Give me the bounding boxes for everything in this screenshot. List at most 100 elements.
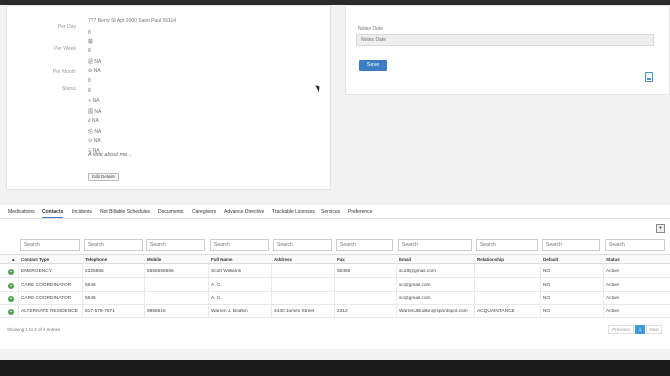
column-header-email[interactable]: Email [399, 257, 411, 262]
search-default[interactable] [542, 239, 600, 251]
column-divider [82, 264, 83, 317]
search-full-name[interactable] [210, 239, 269, 251]
cell-status: Active [606, 269, 620, 274]
pager-previous[interactable]: Previous [608, 325, 634, 334]
column-divider [144, 264, 145, 317]
tab-incidents[interactable]: Incidents [72, 209, 92, 215]
column-divider [18, 264, 19, 317]
grid-footer-info: Showing 1 to 4 of 4 entries [7, 327, 61, 332]
column-divider [540, 264, 541, 317]
column-divider [603, 264, 604, 317]
tab-preference[interactable]: Preference [348, 209, 372, 215]
sort-caret-icon[interactable]: ▲ [11, 257, 15, 262]
cell-full-name: A. C. [211, 296, 222, 301]
column-header-relationship[interactable]: Relationship [477, 257, 504, 262]
cell-default: NO [543, 269, 551, 274]
profile-row-value: ⋄ NA [88, 98, 100, 104]
column-header-address[interactable]: Address [274, 257, 292, 262]
cell-default: NO [543, 296, 551, 301]
profile-row-label: Per Day [57, 24, 76, 30]
cell-telephone: 2225555 [85, 269, 104, 274]
notes-card: Notes Date Save [345, 5, 670, 95]
notes-date-input[interactable] [356, 34, 654, 46]
column-divider [208, 264, 209, 317]
cell-fax: 2312 [337, 309, 348, 314]
cell-mobile: 5555556666 [147, 269, 174, 274]
profile-row-value: 777 Berry St Apt 2000 Saint Paul 55114 [88, 18, 177, 24]
profile-row-value: 8 [88, 88, 91, 94]
cell-contact-type: CARE COORDINATOR [21, 296, 72, 301]
cell-email: WarrenJBodkin@sprintspot.com [399, 309, 468, 314]
profile-row-value: 伦 NA [88, 129, 102, 135]
pager-next[interactable]: Next [646, 325, 662, 334]
column-divider [334, 264, 335, 317]
search-relationship[interactable] [476, 239, 538, 251]
add-contact-icon[interactable]: + [656, 224, 665, 233]
tab-advance-directive[interactable]: Advance Directive [224, 209, 264, 215]
cell-contact-type: CARE COORDINATOR [21, 283, 72, 288]
search-telephone[interactable] [84, 239, 143, 251]
column-header-full-name[interactable]: Full Name [211, 257, 233, 262]
tab-not-billable-schedules[interactable]: Not Billable Schedules [100, 209, 150, 215]
status-label: Status [61, 86, 76, 92]
profile-row-label: Per Week [54, 46, 76, 52]
cell-fax: 56456 [337, 269, 351, 274]
cell-mobile: 9856516 [147, 309, 166, 314]
profile-row-value: 8 [88, 48, 91, 54]
search-mobile[interactable] [146, 239, 205, 251]
cell-full-name: Warren J. Bodkin [211, 309, 248, 314]
expand-row-icon[interactable]: + [8, 309, 14, 315]
column-header-fax[interactable]: Fax [337, 257, 345, 262]
tab-documents[interactable]: Documents [158, 209, 183, 215]
profile-row-value: ∂ NA [88, 118, 99, 124]
expand-row-icon[interactable]: + [8, 296, 14, 302]
column-divider [474, 264, 475, 317]
cell-relationship: ACQUAINTANCE [477, 309, 515, 314]
cell-default: NO [543, 309, 551, 314]
profile-row-label: Per Month [52, 69, 76, 75]
search-contact-type[interactable] [20, 239, 80, 251]
column-header-default[interactable]: Default [543, 257, 558, 262]
save-button[interactable]: Save [359, 60, 387, 71]
cell-full-name: Scott Williams [211, 269, 242, 274]
profile-row-value: ⊙ NA [88, 138, 101, 144]
tab-medications[interactable]: Medications [8, 209, 35, 215]
pdf-icon[interactable] [645, 72, 653, 82]
pager-page-1[interactable]: 1 [635, 325, 645, 334]
tab-contacts[interactable]: Contacts [42, 209, 64, 218]
edit-details-button[interactable]: Edit Details [88, 173, 119, 181]
bottom-band [0, 360, 670, 376]
notes-date-label: Notes Date [358, 26, 384, 32]
search-email[interactable] [398, 239, 472, 251]
search-address[interactable] [273, 239, 332, 251]
cell-telephone: 5646 [85, 283, 96, 288]
tab-caregivers[interactable]: Caregivers [192, 209, 216, 215]
cell-telephone: 5646 [85, 296, 96, 301]
profile-row-value: 語 NA [88, 59, 102, 65]
cell-contact-type: EMERGENCY [21, 269, 52, 274]
expand-row-icon[interactable]: + [8, 283, 14, 289]
search-fax[interactable] [336, 239, 393, 251]
search-status[interactable] [605, 239, 665, 251]
profile-row-value: 8 [88, 78, 91, 84]
profile-row-value: 國 NA [88, 109, 102, 115]
column-header-mobile[interactable]: Mobile [147, 257, 161, 262]
tab-services[interactable]: Services [321, 209, 340, 215]
profile-card [6, 5, 331, 190]
expand-row-icon[interactable]: + [8, 269, 14, 275]
cell-full-name: A. C. [211, 283, 222, 288]
column-header-telephone[interactable]: Telephone [85, 257, 107, 262]
cell-email: sc@gmail.com [399, 296, 431, 301]
column-divider [396, 264, 397, 317]
column-header-status[interactable]: Status [606, 257, 620, 262]
column-header-contact-type[interactable]: Contact Type [21, 257, 49, 262]
cell-email: scott@gmail.com [399, 269, 436, 274]
cell-status: Active [606, 296, 620, 301]
cell-email: sc@gmail.com [399, 283, 431, 288]
profile-row-value: 醫 [88, 39, 94, 45]
tab-trackable-licenses[interactable]: Trackable Licenses [272, 209, 315, 215]
profile-row-value: 8 [88, 30, 91, 36]
profile-row-value: ⊘ NA [88, 68, 101, 74]
column-divider [271, 264, 272, 317]
cell-status: Active [606, 283, 620, 288]
